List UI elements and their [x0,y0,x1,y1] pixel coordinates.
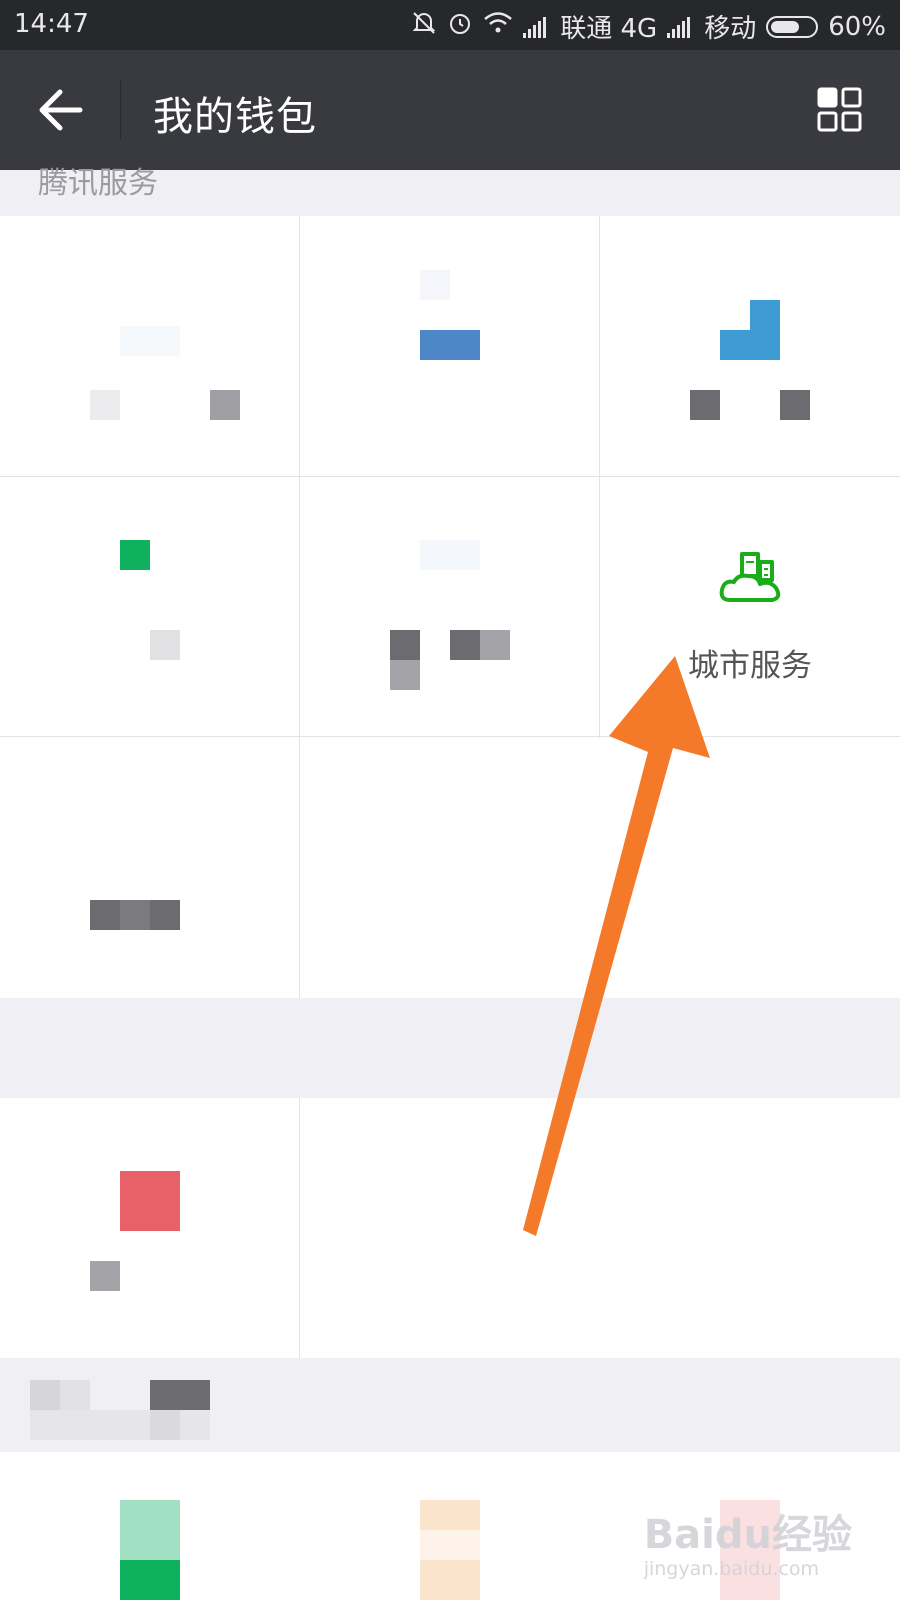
watermark-url: jingyan.baidu.com [643,1558,820,1580]
watermark: Baidu经验 jingyan.baidu.com [644,1502,852,1580]
watermark-logo: Baidu经验 [643,1512,852,1558]
annotation-arrow [523,656,710,1236]
